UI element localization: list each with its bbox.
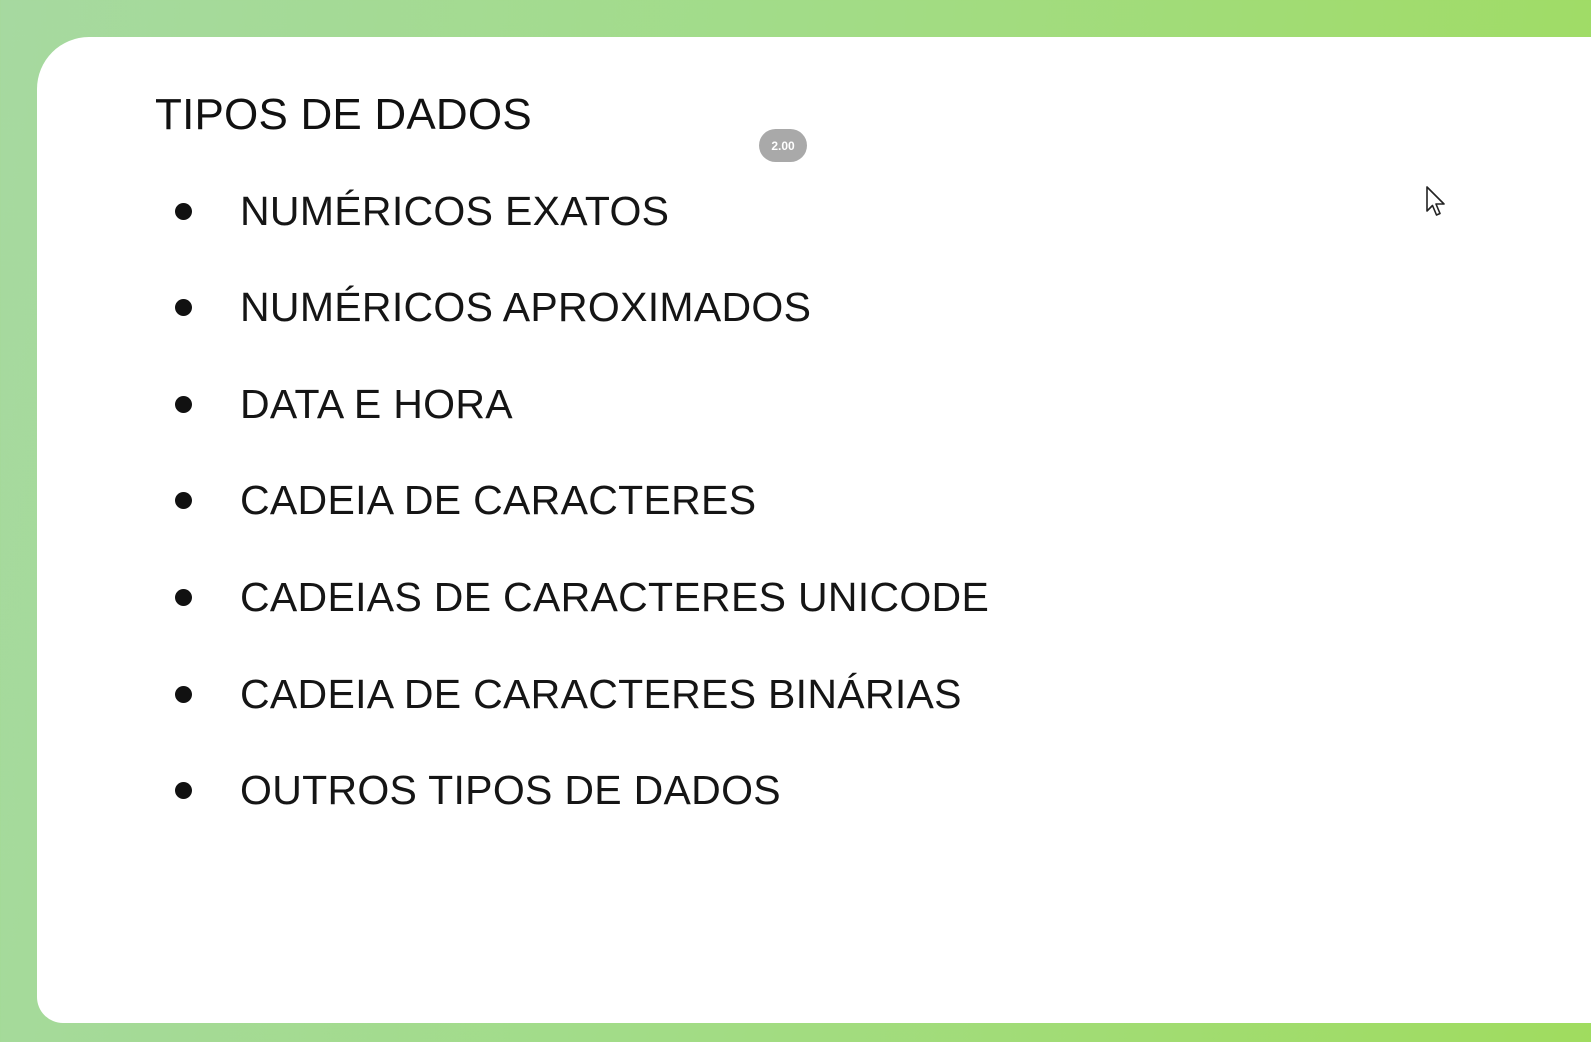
list-item-label: NUMÉRICOS APROXIMADOS — [240, 283, 812, 330]
list-item: CADEIA DE CARACTERES — [175, 475, 756, 525]
bullet-dot-icon — [175, 491, 192, 509]
list-item: NUMÉRICOS EXATOS — [175, 186, 669, 236]
list-item-label: DATA E HORA — [240, 380, 513, 427]
list-item: DATA E HORA — [175, 379, 513, 429]
slide-title: TIPOS DE DADOS — [155, 90, 532, 139]
bullet-dot-icon — [175, 395, 192, 413]
list-item: OUTROS TIPOS DE DADOS — [175, 765, 781, 815]
list-item: CADEIAS DE CARACTERES UNICODE — [175, 572, 989, 622]
list-item: CADEIA DE CARACTERES BINÁRIAS — [175, 669, 962, 719]
list-item-label: CADEIAS DE CARACTERES UNICODE — [240, 573, 990, 620]
list-item-label: NUMÉRICOS EXATOS — [240, 187, 670, 234]
list-item: NUMÉRICOS APROXIMADOS — [175, 282, 811, 332]
bullet-dot-icon — [175, 685, 192, 703]
playback-speed-badge[interactable]: 2.00 — [759, 129, 807, 162]
list-item-label: CADEIA DE CARACTERES — [240, 476, 757, 523]
bullet-dot-icon — [175, 202, 192, 220]
slide-canvas: TIPOS DE DADOS NUMÉRICOS EXATOS NUMÉRICO… — [37, 37, 1591, 1023]
list-item-label: OUTROS TIPOS DE DADOS — [240, 766, 781, 813]
list-item-label: CADEIA DE CARACTERES BINÁRIAS — [240, 670, 962, 717]
bullet-dot-icon — [175, 298, 192, 316]
bullet-dot-icon — [175, 781, 192, 799]
mouse-pointer-icon — [1426, 186, 1445, 216]
bullet-dot-icon — [175, 588, 192, 606]
